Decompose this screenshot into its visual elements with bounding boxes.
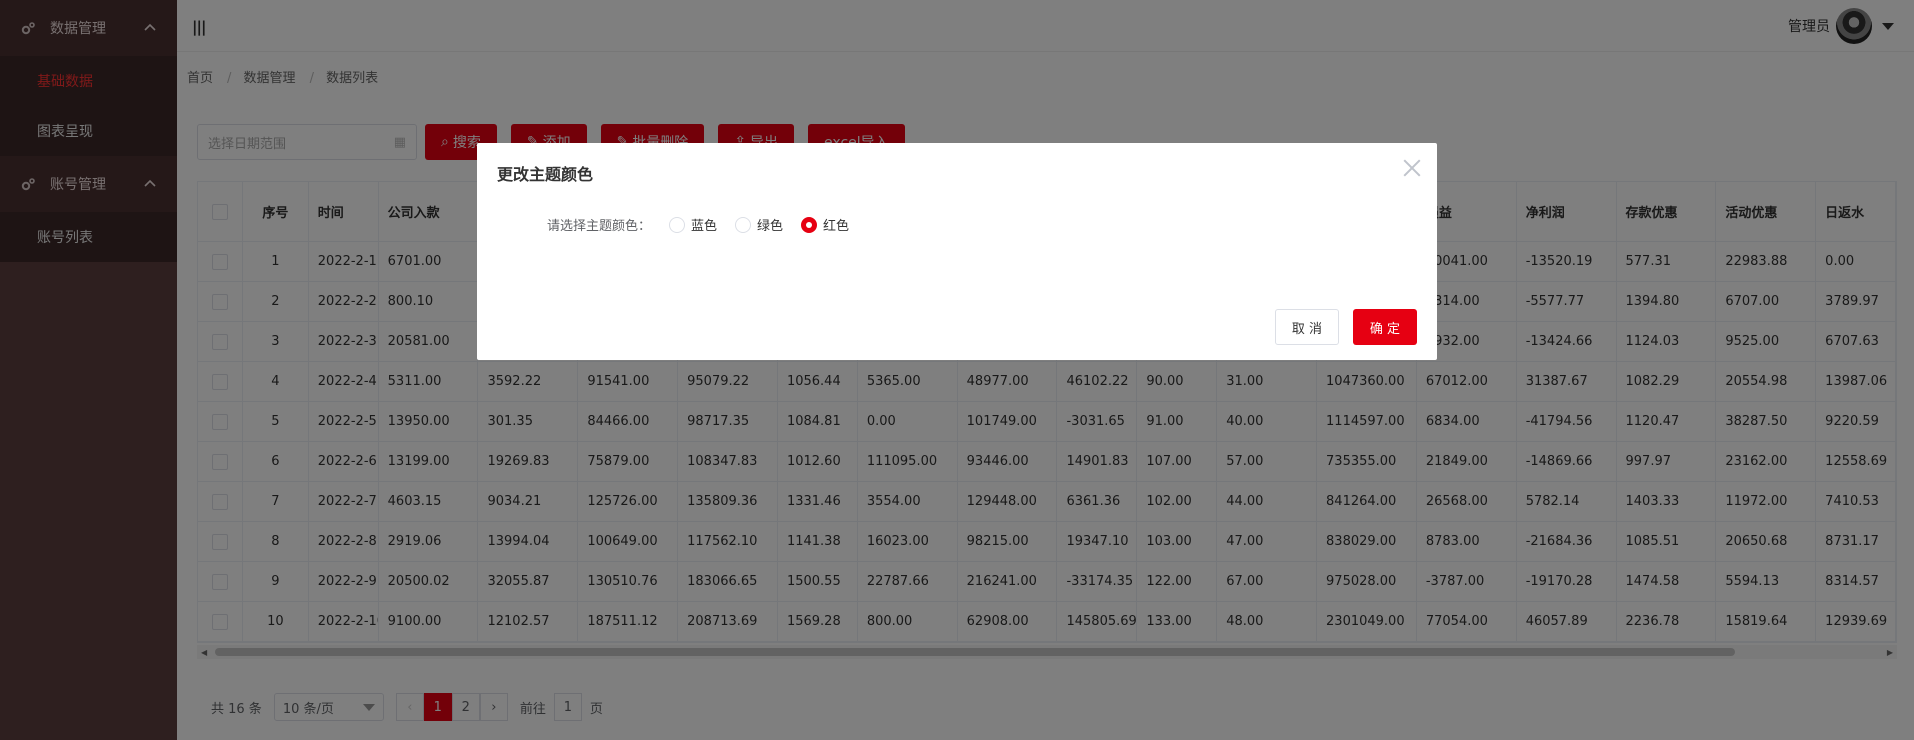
radio-circle[interactable]: [801, 216, 818, 233]
radio-circle[interactable]: [735, 216, 752, 233]
radio-circle[interactable]: [669, 216, 686, 233]
theme-color-dialog: 更改主题颜色 请选择主题颜色： 蓝色 绿色 红色 取 消 确 定: [477, 143, 1437, 360]
dialog-title: 更改主题颜色: [497, 165, 594, 184]
radio-label: 红色: [823, 219, 850, 234]
radio-label: 蓝色: [691, 219, 718, 234]
close-icon[interactable]: [1401, 157, 1423, 179]
confirm-button[interactable]: 确 定: [1353, 309, 1417, 345]
radio-label: 绿色: [757, 219, 784, 234]
radio-red[interactable]: 红色: [801, 215, 849, 234]
theme-color-form: 请选择主题颜色： 蓝色 绿色 红色: [547, 215, 849, 234]
radio-blue[interactable]: 蓝色: [669, 215, 717, 234]
cancel-button[interactable]: 取 消: [1275, 309, 1339, 345]
theme-color-label: 请选择主题颜色：: [547, 219, 652, 234]
radio-green[interactable]: 绿色: [735, 215, 783, 234]
modal-mask[interactable]: [0, 0, 1914, 740]
